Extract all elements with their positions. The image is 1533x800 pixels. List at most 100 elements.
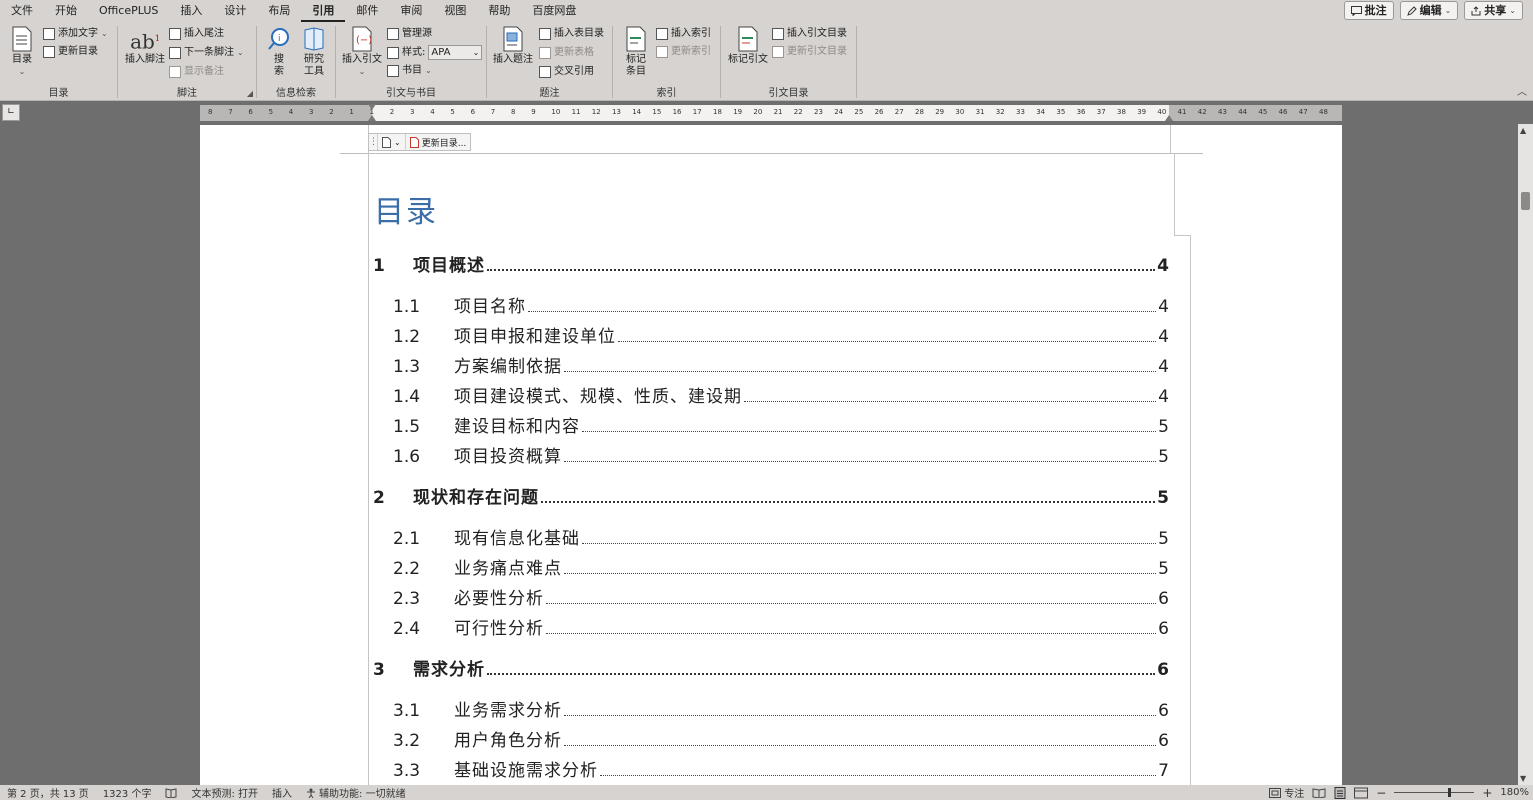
menu-item-11[interactable]: 百度网盘 — [521, 0, 587, 22]
first-line-indent-marker[interactable] — [368, 104, 376, 110]
insert-caption-button[interactable]: 插入题注 — [493, 26, 533, 66]
toc-entry[interactable]: 1.3 方案编制依据 4 — [373, 352, 1169, 377]
focus-mode-button[interactable]: 专注 — [1269, 785, 1304, 800]
cross-reference-button[interactable]: 交叉引用 — [539, 65, 594, 79]
toc-dot-leader — [564, 461, 1157, 462]
menu-item-9[interactable]: 视图 — [433, 0, 477, 22]
toc-entry[interactable]: 1.1 项目名称 4 — [373, 292, 1169, 317]
update-toa-button[interactable]: 更新引文目录 — [772, 45, 847, 59]
menu-item-7[interactable]: 邮件 — [345, 0, 389, 22]
collapse-ribbon-icon[interactable]: ︿ — [1517, 83, 1527, 98]
citation-style-select[interactable]: APA ⌄ — [428, 45, 483, 60]
toc-dot-leader — [564, 745, 1157, 746]
ruler-tick-label: 11 — [571, 108, 581, 116]
toc-entry[interactable]: 2.1 现有信息化基础 5 — [373, 524, 1169, 549]
toc-entry[interactable]: 2.3 必要性分析 6 — [373, 584, 1169, 609]
toc-entry-page: 4 — [1158, 387, 1169, 407]
manage-sources-label: 管理源 — [402, 28, 432, 39]
researcher-button[interactable]: 研究工具 — [299, 26, 329, 78]
show-notes-button[interactable]: 显示备注 — [169, 65, 224, 79]
scroll-up-icon[interactable]: ▲ — [1520, 126, 1526, 135]
zoom-in-button[interactable]: + — [1482, 786, 1492, 800]
toc-entry[interactable]: 1.2 项目申报和建设单位 4 — [373, 322, 1169, 347]
toc-content-control-toolbar: ⋮ ⌄ 更新目录... — [368, 133, 472, 151]
zoom-slider[interactable] — [1394, 788, 1475, 797]
toc-entry[interactable]: 3.2 用户角色分析 6 — [373, 726, 1169, 751]
toc-entry[interactable]: 2.2 业务痛点难点 5 — [373, 554, 1169, 579]
insert-index-button[interactable]: 插入索引 — [656, 27, 711, 41]
toc-menu-button[interactable]: ⌄ — [377, 134, 405, 150]
authorities-group-label: 引文目录 — [768, 88, 809, 99]
menu-item-6[interactable]: 引用 — [301, 1, 346, 22]
insert-footnote-button[interactable]: ab1 插入脚注 — [124, 26, 166, 66]
print-layout-icon[interactable] — [1334, 786, 1346, 799]
toc-entry[interactable]: 3 需求分析 6 — [373, 655, 1169, 680]
zoom-level[interactable]: 180% — [1500, 787, 1529, 798]
menu-item-4[interactable]: 设计 — [213, 0, 257, 22]
table-of-contents-icon — [12, 26, 32, 52]
update-index-button[interactable]: 更新索引 — [656, 45, 711, 59]
horizontal-ruler[interactable]: 8 7 6 5 4 3 2 1 1 2 3 4 5 6 7 8 9 10 11 12 13 14 15 16 17 18 19 20 2… — [200, 104, 1342, 121]
menu-item-8[interactable]: 审阅 — [389, 0, 433, 22]
web-layout-icon[interactable] — [1354, 787, 1369, 799]
insert-toa-button[interactable]: 插入引文目录 — [772, 27, 847, 41]
book-icon — [165, 787, 177, 798]
zoom-out-button[interactable]: − — [1376, 786, 1386, 800]
update-table-button[interactable]: 更新表格 — [539, 46, 594, 60]
toc-entry[interactable]: 1 项目概述 4 — [373, 251, 1169, 276]
next-footnote-button[interactable]: 下一条脚注 ⌄ — [169, 46, 244, 60]
insert-endnote-button[interactable]: 插入尾注 — [169, 27, 224, 41]
update-toc-button[interactable]: 更新目录 — [43, 45, 98, 59]
add-text-button[interactable]: 添加文字 ⌄ — [43, 27, 108, 41]
menu-item-1[interactable]: 开始 — [44, 0, 88, 22]
menu-item-5[interactable]: 布局 — [257, 0, 301, 22]
researcher-book-icon — [304, 27, 324, 51]
document-page[interactable]: ⋮ ⌄ 更新目录... 目录 1 项目概述 4 1.1 项目名称 4 1.2 项目申报和建设单… — [200, 125, 1342, 785]
comment-button[interactable]: 批注 — [1343, 1, 1394, 20]
bibliography-button[interactable]: 书目 ⌄ — [387, 64, 432, 78]
read-mode-icon[interactable] — [1312, 787, 1326, 798]
right-indent-marker[interactable] — [1165, 115, 1173, 121]
vertical-scrollbar[interactable]: ▲ ▼ — [1518, 124, 1533, 785]
toc-entry-text: 用户角色分析 — [454, 731, 562, 751]
proofing-status[interactable] — [158, 787, 184, 798]
scrollbar-thumb[interactable] — [1521, 192, 1530, 210]
insert-table-of-figures-button[interactable]: 插入表目录 — [539, 27, 604, 41]
toc-entry[interactable]: 2 现状和存在问题 5 — [373, 483, 1169, 508]
text-prediction-status[interactable]: 文本预测: 打开 — [184, 785, 265, 800]
toc-entry[interactable]: 1.4 项目建设模式、规模、性质、建设期 4 — [373, 382, 1169, 407]
search-button[interactable]: i 搜索 — [267, 26, 291, 78]
tab-selector[interactable]: ∟ — [2, 104, 20, 121]
word-count-status[interactable]: 1323 个字 — [96, 785, 159, 800]
share-button[interactable]: 共享 ⌄ — [1464, 1, 1523, 20]
insert-mode-status[interactable]: 插入 — [265, 785, 299, 800]
menu-item-10[interactable]: 帮助 — [477, 0, 521, 22]
menu-item-2[interactable]: OfficePLUS — [88, 0, 169, 22]
insert-citation-button[interactable]: (−) 插入引文 ⌄ — [342, 26, 382, 78]
toc-entry-number: 2.3 — [393, 589, 421, 609]
ruler-tick-label: 30 — [955, 108, 965, 116]
toc-entry[interactable]: 1.6 项目投资概算 5 — [373, 442, 1169, 467]
menu-item-3[interactable]: 插入 — [169, 0, 213, 22]
drag-handle-icon[interactable]: ⋮ — [369, 137, 378, 147]
ruler-tick-label: 4 — [430, 108, 435, 116]
accessibility-status[interactable]: 辅助功能: 一切就绪 — [299, 785, 413, 800]
manage-sources-button[interactable]: 管理源 — [387, 27, 432, 41]
show-notes-icon — [169, 66, 181, 78]
toc-button[interactable]: 目录 ⌄ — [8, 26, 36, 78]
mark-citation-button[interactable]: 标记引文 — [727, 26, 769, 66]
page-count-status[interactable]: 第 2 页，共 13 页 — [0, 785, 96, 800]
toc-entry[interactable]: 3.3 基础设施需求分析 7 — [373, 756, 1169, 781]
mark-entry-button[interactable]: 标记条目 — [621, 26, 651, 78]
scroll-down-icon[interactable]: ▼ — [1520, 774, 1526, 783]
menu-item-0[interactable]: 文件 — [0, 0, 44, 22]
toc-entry[interactable]: 1.5 建设目标和内容 5 — [373, 412, 1169, 437]
toc-entry[interactable]: 3.1 业务需求分析 6 — [373, 696, 1169, 721]
edit-mode-button[interactable]: 编辑 ⌄ — [1399, 1, 1459, 20]
hanging-indent-marker[interactable] — [368, 115, 376, 121]
toc-entry-number: 1.5 — [393, 417, 421, 437]
toc-entry[interactable]: 2.4 可行性分析 6 — [373, 614, 1169, 639]
dialog-launcher-icon[interactable]: ◢ — [247, 89, 253, 98]
cc-update-toc-button[interactable]: 更新目录... — [404, 134, 471, 150]
zoom-slider-thumb[interactable] — [1448, 788, 1452, 797]
